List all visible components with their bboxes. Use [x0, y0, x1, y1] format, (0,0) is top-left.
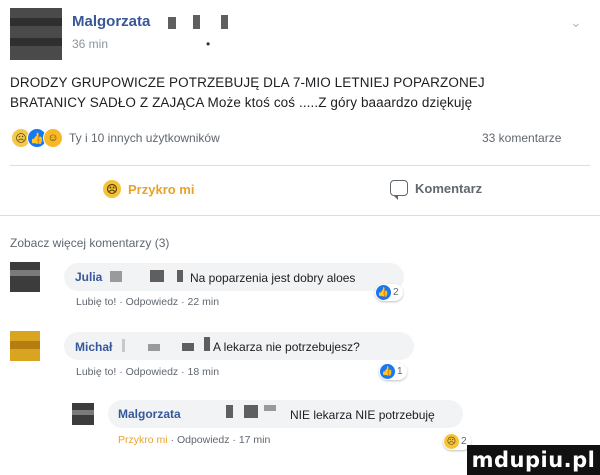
post-author-name[interactable]: Malgorzata: [72, 13, 150, 30]
post-author-avatar[interactable]: [10, 8, 62, 60]
censor-block: [244, 405, 258, 418]
comment-reaction-badge[interactable]: 👍 1: [379, 363, 407, 380]
sad-reaction-icon: ☹: [444, 434, 459, 449]
post-text-line: DRODZY GRUPOWICZE POTRZEBUJĘ DLA 7-MIO L…: [10, 75, 485, 90]
censor-block: [182, 343, 194, 351]
reaction-count: 2: [393, 287, 399, 298]
comment-text: Na poparzenia jest dobry aloes: [190, 271, 356, 285]
avatar-censor-stripe: [10, 38, 62, 46]
censor-block: [221, 15, 228, 29]
censor-block: [177, 270, 183, 282]
site-watermark: mdupiu.pl: [467, 445, 600, 475]
reply-link[interactable]: Odpowiedz: [126, 366, 179, 378]
comment-author[interactable]: Malgorzata: [118, 407, 181, 421]
comment-author[interactable]: Julia: [75, 270, 102, 284]
comment-text: NIE lekarza NIE potrzebuję: [290, 408, 435, 422]
comment-label: Komentarz: [415, 180, 483, 196]
post-body: DRODZY GRUPOWICZE POTRZEBUJĘ DLA 7-MIO L…: [10, 73, 595, 113]
like-reaction-icon: 👍: [380, 364, 395, 379]
chevron-down-icon[interactable]: ⌄: [570, 14, 582, 31]
censor-block: [193, 15, 200, 29]
comment-time[interactable]: 18 min: [188, 366, 220, 378]
sorry-comment-link[interactable]: Przykro mi: [118, 434, 168, 446]
post-text-line: BRATANICY SADŁO Z ZAJĄCA Może ktoś coś .…: [10, 95, 473, 110]
separator-dot: •: [206, 37, 211, 51]
comment-author[interactable]: Michał: [75, 340, 112, 354]
post-timestamp[interactable]: 36 min: [72, 37, 108, 51]
comment-time[interactable]: 22 min: [188, 296, 220, 308]
comment-meta: Lubię to! · Odpowiedz · 18 min: [76, 366, 220, 378]
reply-link[interactable]: Odpowiedz: [126, 296, 179, 308]
comment-avatar[interactable]: [10, 331, 40, 361]
sad-face-icon: ☹: [103, 180, 121, 198]
comment-avatar[interactable]: [72, 403, 94, 425]
comment-avatar[interactable]: [10, 262, 40, 292]
avatar-censor-stripe: [10, 18, 62, 26]
censor-block: [110, 271, 122, 282]
censor-block: [204, 337, 210, 351]
comment-reaction-badge[interactable]: 👍 2: [375, 284, 403, 301]
censor-block: [168, 17, 176, 29]
censor-block: [226, 405, 233, 418]
comments-count[interactable]: 33 komentarze: [482, 131, 561, 145]
censor-block: [148, 344, 160, 351]
comment-meta: Lubię to! · Odpowiedz · 22 min: [76, 296, 220, 308]
comment-bubble-icon: [390, 180, 408, 200]
comment-text: A lekarza nie potrzebujesz?: [213, 340, 360, 354]
like-comment-link[interactable]: Lubię to!: [76, 366, 116, 378]
sorry-reaction-button[interactable]: ☹ Przykro mi: [103, 180, 194, 198]
censor-block: [150, 270, 164, 282]
comment-time[interactable]: 17 min: [239, 434, 271, 446]
sorry-label: Przykro mi: [128, 181, 195, 197]
comment-meta: Przykro mi · Odpowiedz · 17 min: [118, 434, 271, 446]
divider: [0, 215, 600, 216]
divider: [10, 165, 590, 166]
like-reaction-icon: 👍: [376, 285, 391, 300]
comment-button[interactable]: Komentarz: [390, 180, 483, 200]
like-comment-link[interactable]: Lubię to!: [76, 296, 116, 308]
reply-link[interactable]: Odpowiedz: [177, 434, 230, 446]
reaction-count: 2: [461, 436, 467, 447]
censor-block: [122, 339, 125, 352]
wow-reaction-icon[interactable]: ☺: [43, 128, 63, 148]
censor-block: [264, 405, 276, 411]
view-more-comments-link[interactable]: Zobacz więcej komentarzy (3): [10, 236, 169, 250]
reaction-count: 1: [397, 366, 403, 377]
reactions-summary[interactable]: Ty i 10 innych użytkowników: [69, 131, 220, 145]
